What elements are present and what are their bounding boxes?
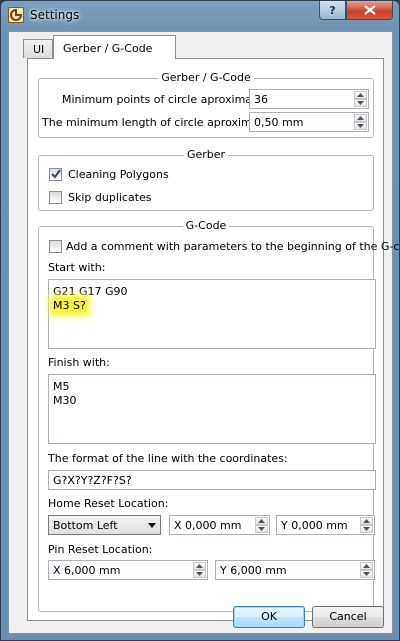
home-y-spinbox[interactable]: Y 0,000 mm — [276, 515, 375, 535]
pin-x-down-arrow-icon[interactable] — [193, 570, 206, 578]
close-button[interactable] — [346, 1, 393, 20]
finish-with-line: M5 — [53, 380, 70, 393]
finish-with-label: Finish with: — [48, 356, 110, 369]
start-with-textarea[interactable]: G21 G17 G90 M3 S? — [48, 279, 376, 349]
add-comment-checkbox[interactable] — [49, 240, 62, 253]
help-button[interactable]: ? — [319, 1, 346, 20]
skip-duplicates-label[interactable]: Skip duplicates — [68, 191, 152, 204]
coord-format-input[interactable]: G?X?Y?Z?F?S? — [48, 470, 376, 490]
min-length-value: 0,50 mm — [254, 116, 304, 129]
help-icon: ? — [329, 3, 336, 17]
min-length-spinbox[interactable]: 0,50 mm — [249, 112, 369, 132]
min-length-label: The minimum length of circle aproximatio… — [42, 116, 284, 129]
home-x-spinbox[interactable]: X 0,000 mm — [169, 515, 270, 535]
home-y-value: Y 0,000 mm — [281, 519, 348, 532]
ok-button-label: OK — [261, 610, 277, 623]
tab-gerber-gcode[interactable]: Gerber / G-Code — [53, 35, 176, 59]
pin-x-value: X 6,000 mm — [53, 564, 121, 577]
home-y-down-arrow-icon[interactable] — [360, 525, 373, 533]
pin-x-spinbox[interactable]: X 6,000 mm — [48, 560, 208, 580]
tab-gerber-gcode-label: Gerber / G-Code — [63, 42, 153, 55]
home-x-down-arrow-icon[interactable] — [255, 525, 268, 533]
pin-y-spinbox[interactable]: Y 6,000 mm — [215, 560, 375, 580]
finish-with-textarea[interactable]: M5 M30 — [48, 374, 376, 444]
home-x-value: X 0,000 mm — [174, 519, 242, 532]
home-reset-select[interactable]: Bottom Left — [48, 515, 161, 535]
cleaning-polygons-label[interactable]: Cleaning Polygons — [68, 168, 169, 181]
dialog-client-area: UI Gerber / G-Code Gerber / G-Code Minim… — [8, 31, 400, 634]
cancel-button[interactable]: Cancel — [312, 606, 384, 628]
tab-ui-label: UI — [33, 43, 45, 56]
start-with-line-highlighted: M3 S? — [53, 299, 86, 312]
coord-format-label: The format of the line with the coordina… — [48, 452, 288, 465]
min-points-spinbox[interactable]: 36 — [249, 89, 369, 109]
window-title: Settings — [30, 8, 80, 22]
chevron-down-icon — [148, 523, 156, 528]
gcode-group: G-Code Add a comment with parameters to … — [38, 219, 400, 612]
cancel-button-label: Cancel — [329, 610, 367, 623]
home-reset-selected: Bottom Left — [53, 519, 118, 532]
pin-y-down-arrow-icon[interactable] — [360, 570, 373, 578]
pin-y-up-arrow-icon[interactable] — [360, 562, 373, 570]
min-length-down-arrow-icon[interactable] — [354, 122, 367, 130]
gerber-group: Gerber Cleaning Polygons Skip duplicates — [38, 148, 374, 211]
gerber-group-title: Gerber — [183, 148, 229, 161]
ok-button[interactable]: OK — [233, 606, 305, 628]
min-points-down-arrow-icon[interactable] — [354, 99, 367, 107]
cleaning-polygons-checkbox[interactable] — [49, 168, 62, 181]
home-reset-label: Home Reset Location: — [48, 497, 169, 510]
finish-with-line: M30 — [53, 394, 77, 407]
pin-x-up-arrow-icon[interactable] — [193, 562, 206, 570]
add-comment-label[interactable]: Add a comment with parameters to the beg… — [66, 240, 400, 253]
skip-duplicates-checkbox[interactable] — [49, 191, 62, 204]
start-with-line: G21 G17 G90 — [53, 285, 128, 298]
gerber-gcode-group: Gerber / G-Code Minimum points of circle… — [38, 71, 374, 138]
gcode-group-title: G-Code — [182, 219, 230, 232]
min-points-value: 36 — [254, 93, 268, 106]
min-points-up-arrow-icon[interactable] — [354, 91, 367, 99]
coord-format-value: G?X?Y?Z?F?S? — [53, 474, 132, 487]
gerber-gcode-group-title: Gerber / G-Code — [158, 71, 254, 84]
start-with-label: Start with: — [48, 261, 106, 274]
min-length-up-arrow-icon[interactable] — [354, 114, 367, 122]
tab-ui[interactable]: UI — [23, 39, 53, 58]
app-logo-icon — [8, 7, 24, 23]
home-y-up-arrow-icon[interactable] — [360, 517, 373, 525]
settings-window: Settings ? UI Gerber / G-Code Gerber / G… — [0, 0, 400, 641]
tab-panel-gerber-gcode: Gerber / G-Code Minimum points of circle… — [27, 58, 400, 621]
title-bar[interactable]: Settings ? — [1, 1, 399, 31]
close-icon — [363, 5, 376, 15]
checkmark-icon — [51, 169, 61, 179]
min-points-label: Minimum points of circle aproximation: — [62, 93, 277, 106]
pin-reset-label: Pin Reset Location: — [48, 543, 153, 556]
home-x-up-arrow-icon[interactable] — [255, 517, 268, 525]
pin-y-value: Y 6,000 mm — [220, 564, 287, 577]
